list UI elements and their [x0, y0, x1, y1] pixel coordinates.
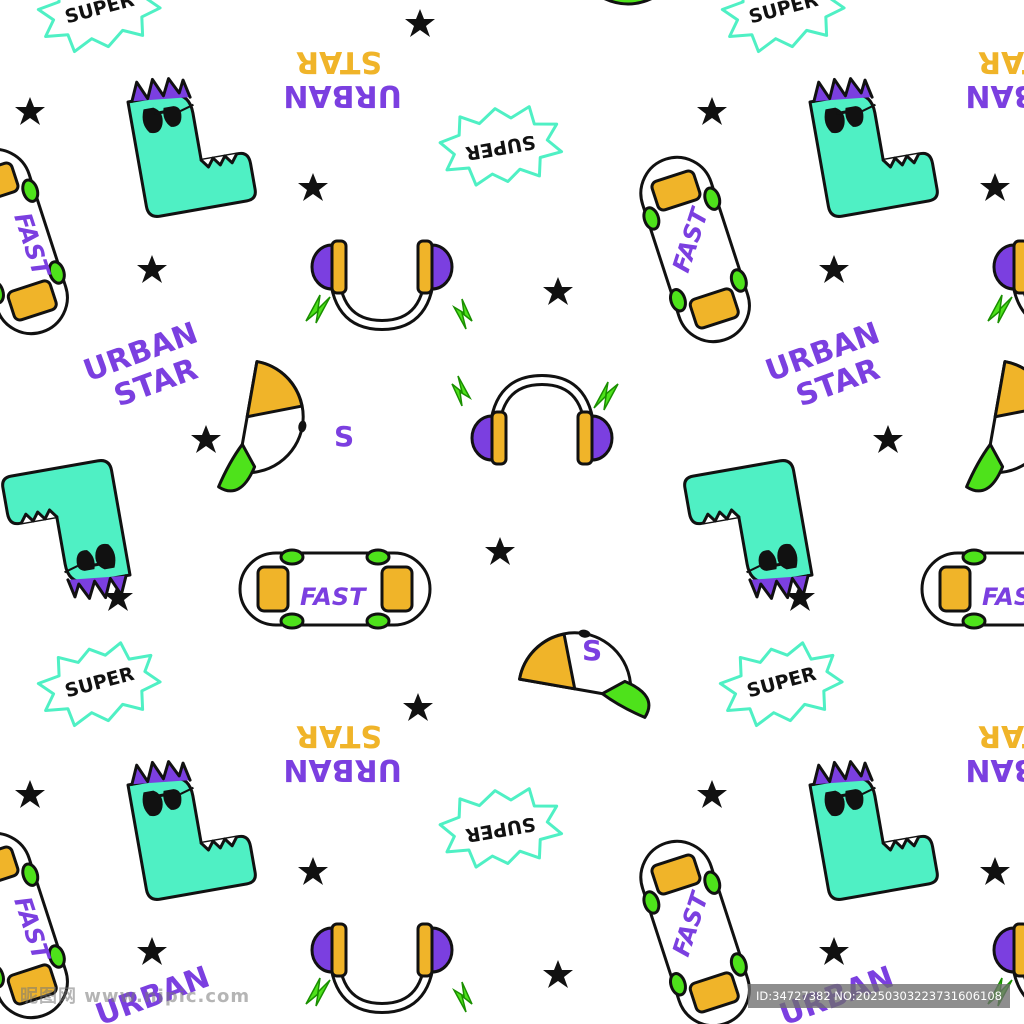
super-burst: SUPER: [434, 779, 567, 876]
star-icon: [137, 255, 167, 283]
star-icon: [403, 693, 433, 721]
star-text: STAR: [978, 718, 1024, 753]
headphones-icon: [988, 241, 1024, 329]
skateboard-label: FAST: [982, 583, 1024, 611]
star-icon: [405, 9, 435, 37]
watermark-id: ID:34727382 NO:20250303223731606108: [748, 984, 1010, 1008]
star-icon: [15, 97, 45, 125]
dinosaur-icon: [681, 457, 817, 614]
star-icon: [697, 780, 727, 808]
dinosaur-icon: [0, 457, 135, 614]
star-icon: [819, 937, 849, 965]
cap-icon: [216, 357, 318, 504]
urban-star-badge: URBAN STAR: [761, 316, 884, 415]
skateboard-label: FAST: [300, 583, 367, 611]
cap-letter: S: [334, 420, 354, 453]
urban-text: URBAN: [965, 78, 1024, 113]
sticker-pattern: FAST FAST FAST FAST FAST FAST S S URBAN …: [0, 0, 1024, 1024]
headphones-icon: [306, 924, 472, 1012]
urban-text: URBAN: [965, 752, 1024, 787]
star-text: STAR: [296, 718, 382, 753]
super-burst: SUPER: [713, 632, 850, 738]
star-icon: [485, 537, 515, 565]
cap-icon: [964, 357, 1024, 504]
headphones-icon: [306, 241, 472, 329]
star-text: STAR: [296, 44, 382, 79]
dinosaur-icon: [805, 746, 941, 903]
star-icon: [980, 173, 1010, 201]
urban-star-badge: URBAN STAR: [283, 718, 402, 787]
urban-star-badge: URBAN STAR: [965, 44, 1024, 113]
star-icon: [191, 425, 221, 453]
super-burst: SUPER: [715, 0, 852, 64]
star-icon: [15, 780, 45, 808]
star-icon: [819, 255, 849, 283]
star-icon: [137, 937, 167, 965]
super-burst: SUPER: [31, 632, 168, 738]
urban-text: URBAN: [283, 752, 402, 787]
urban-text: URBAN: [283, 78, 402, 113]
star-icon: [298, 857, 328, 885]
urban-star-badge: URBAN STAR: [283, 44, 402, 113]
urban-star-badge: URBAN STAR: [79, 316, 202, 415]
dinosaur-icon: [123, 63, 259, 220]
super-burst: SUPER: [31, 0, 168, 64]
cap-letter: S: [582, 634, 602, 667]
urban-star-badge: URBAN STAR: [965, 718, 1024, 787]
cap-brim-icon: [604, 0, 652, 6]
star-icon: [980, 857, 1010, 885]
star-icon: [298, 173, 328, 201]
super-burst: SUPER: [434, 97, 567, 194]
dinosaur-icon: [805, 63, 941, 220]
headphones-icon: [452, 376, 618, 464]
star-text: STAR: [978, 44, 1024, 79]
dinosaur-icon: [123, 746, 259, 903]
star-icon: [873, 425, 903, 453]
star-icon: [543, 277, 573, 305]
star-icon: [543, 960, 573, 988]
star-icon: [697, 97, 727, 125]
watermark-site: 昵图网 www.nipic.com: [20, 986, 251, 1007]
